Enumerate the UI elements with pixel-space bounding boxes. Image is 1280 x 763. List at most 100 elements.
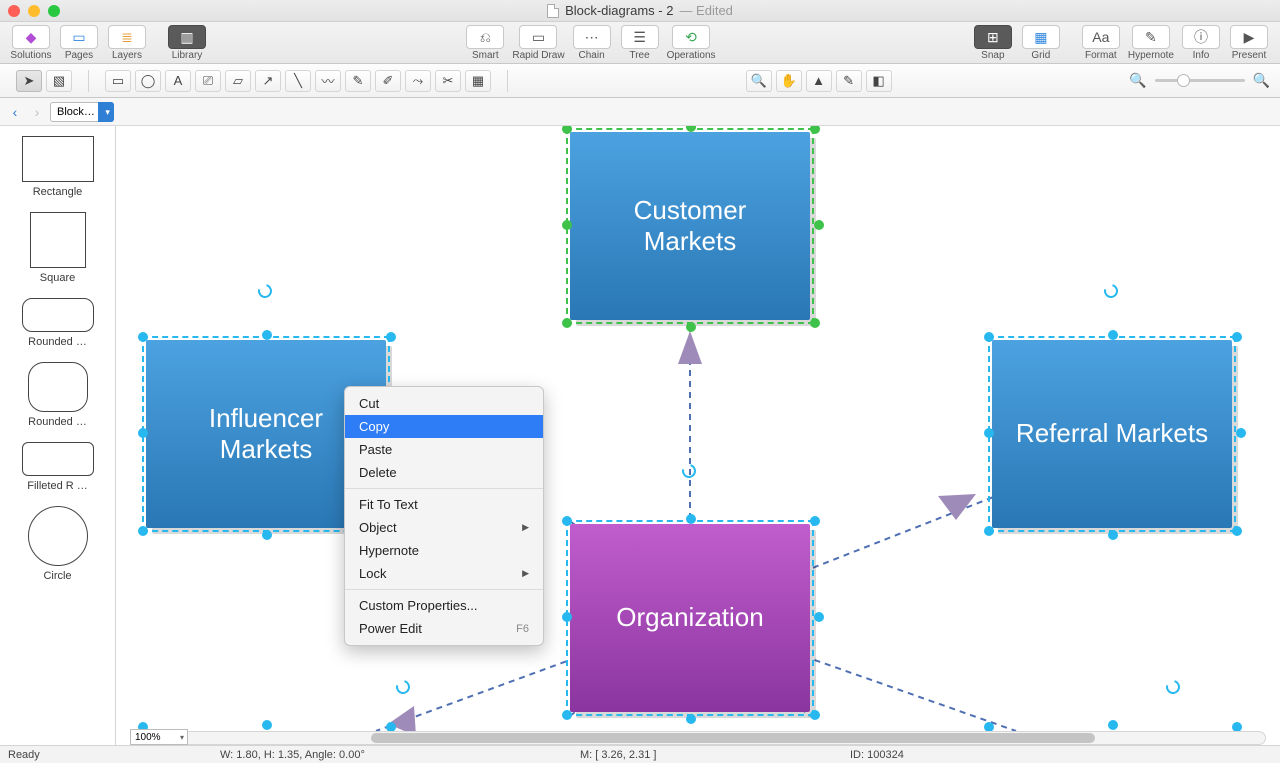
present-icon: ▶ [1230,25,1268,49]
textbox-tool[interactable]: ⎚ [195,70,221,92]
ctx-fit-to-text[interactable]: Fit To Text [345,493,543,516]
toolstrip-separator [507,70,508,92]
scissors-tool[interactable]: ✂ [435,70,461,92]
shape-label: Circle [43,570,71,582]
chain-label: Chain [579,50,605,61]
zoom-out-icon[interactable]: 🔍 [1129,72,1146,89]
ctx-power-edit[interactable]: Power EditF6 [345,617,543,640]
operations-button[interactable]: ⟲Operations [667,25,716,61]
zoom-slider-knob[interactable] [1177,74,1190,87]
curve-tool[interactable]: 〰 [315,70,341,92]
filleted-rect-icon [22,442,94,476]
hscroll-thumb[interactable] [371,733,1095,743]
solutions-button[interactable]: ◆ Solutions [10,25,52,61]
grid-button[interactable]: ▦Grid [1020,25,1062,61]
shape-label: Square [40,272,75,284]
page-dropdown[interactable]: Block… [50,102,114,122]
tree-button[interactable]: ☰Tree [619,25,661,61]
shape-filleted[interactable]: Filleted R … [22,442,94,492]
rapid-draw-label: Rapid Draw [512,50,564,61]
pen-tool[interactable]: ✎ [345,70,371,92]
rotation-handle[interactable] [679,461,698,480]
ctx-separator [345,488,543,489]
ctx-delete[interactable]: Delete [345,461,543,484]
format-button[interactable]: AaFormat [1080,25,1122,61]
rect-tool[interactable]: ▭ [105,70,131,92]
block-label: Referral Markets [1016,418,1208,449]
shape-square[interactable]: Square [30,212,86,284]
solutions-label: Solutions [10,50,51,61]
stamp-tool[interactable]: ▲ [806,70,832,92]
smart-button[interactable]: ⎌Smart [464,25,506,61]
block-label: Customer Markets [634,195,747,257]
shape-rounded-2[interactable]: Rounded … [28,362,88,428]
ctx-object[interactable]: Object [345,516,543,539]
tree-icon: ☰ [621,25,659,49]
grid-icon: ▦ [1022,25,1060,49]
shapes-panel: Rectangle Square Rounded … Rounded … Fil… [0,126,116,745]
ctx-custom-properties[interactable]: Custom Properties... [345,594,543,617]
zoom-in-icon[interactable]: 🔍 [1253,72,1270,89]
text-tool[interactable]: A [165,70,191,92]
horizontal-scrollbar[interactable] [130,731,1266,745]
library-button[interactable]: ▥ Library [166,25,208,61]
present-button[interactable]: ▶Present [1228,25,1270,61]
zoom-dropdown[interactable]: 100% [130,729,188,745]
square-icon [30,212,86,268]
operations-icon: ⟲ [672,25,710,49]
connector-tool[interactable]: ⤳ [405,70,431,92]
marquee-tool[interactable]: ▧ [46,70,72,92]
highlighter-tool[interactable]: ✐ [375,70,401,92]
rapid-draw-button[interactable]: ▭Rapid Draw [512,25,564,61]
shape-rounded-1[interactable]: Rounded … [22,298,94,348]
ctx-cut[interactable]: Cut [345,392,543,415]
rotation-handle[interactable] [255,281,274,300]
layers-button[interactable]: ≣ Layers [106,25,148,61]
snap-label: Snap [981,50,1004,61]
snap-button[interactable]: ⊞Snap [972,25,1014,61]
dropper-tool[interactable]: ✎ [836,70,862,92]
block-organization[interactable]: Organization [570,524,810,712]
hypernote-button[interactable]: ✎Hypernote [1128,25,1174,61]
canvas[interactable]: Customer Markets Influencer Markets Refe… [116,126,1280,745]
rotation-handle[interactable] [1101,281,1120,300]
shape-rectangle[interactable]: Rectangle [22,136,94,198]
block-label: Organization [616,602,763,633]
tree-label: Tree [629,50,649,61]
pages-button[interactable]: ▭ Pages [58,25,100,61]
ctx-paste[interactable]: Paste [345,438,543,461]
ctx-hypernote[interactable]: Hypernote [345,539,543,562]
page-dropdown-label: Block… [57,106,95,118]
ctx-copy[interactable]: Copy [345,415,543,438]
toolstrip-shapes-group: ▭ ◯ A ⎚ ▱ ↗ ╲ 〰 ✎ ✐ ⤳ ✂ ▦ [99,70,497,92]
info-button[interactable]: ⓘInfo [1180,25,1222,61]
zoom-slider[interactable]: 🔍 🔍 [1129,72,1270,89]
zoom-slider-track[interactable] [1155,79,1245,82]
eraser-tool[interactable]: ◧ [866,70,892,92]
layers-label: Layers [112,50,142,61]
ctx-lock[interactable]: Lock [345,562,543,585]
toolbar-group-left: ◆ Solutions ▭ Pages ≣ Layers [10,22,148,61]
rotation-handle[interactable] [393,677,412,696]
rotation-handle[interactable] [1163,677,1182,696]
pointer-tool[interactable]: ➤ [16,70,42,92]
hypernote-icon: ✎ [1132,25,1170,49]
nav-forward-button[interactable]: › [28,103,46,121]
line-tool[interactable]: ╲ [285,70,311,92]
callout-tool[interactable]: ▱ [225,70,251,92]
zoom-tool[interactable]: 🔍 [746,70,772,92]
arrow-tool[interactable]: ↗ [255,70,281,92]
table-tool[interactable]: ▦ [465,70,491,92]
block-referral-markets[interactable]: Referral Markets [992,340,1232,528]
hand-tool[interactable]: ✋ [776,70,802,92]
chain-button[interactable]: ⋯Chain [571,25,613,61]
status-ready: Ready [8,749,40,761]
rounded-square-icon [28,362,88,412]
present-label: Present [1232,50,1266,61]
toolstrip-view-group: 🔍 ✋ ▲ ✎ ◧ [740,70,898,92]
ellipse-tool[interactable]: ◯ [135,70,161,92]
block-customer-markets[interactable]: Customer Markets [570,132,810,320]
shape-circle[interactable]: Circle [28,506,88,582]
nav-back-button[interactable]: ‹ [6,103,24,121]
grid-label: Grid [1031,50,1050,61]
